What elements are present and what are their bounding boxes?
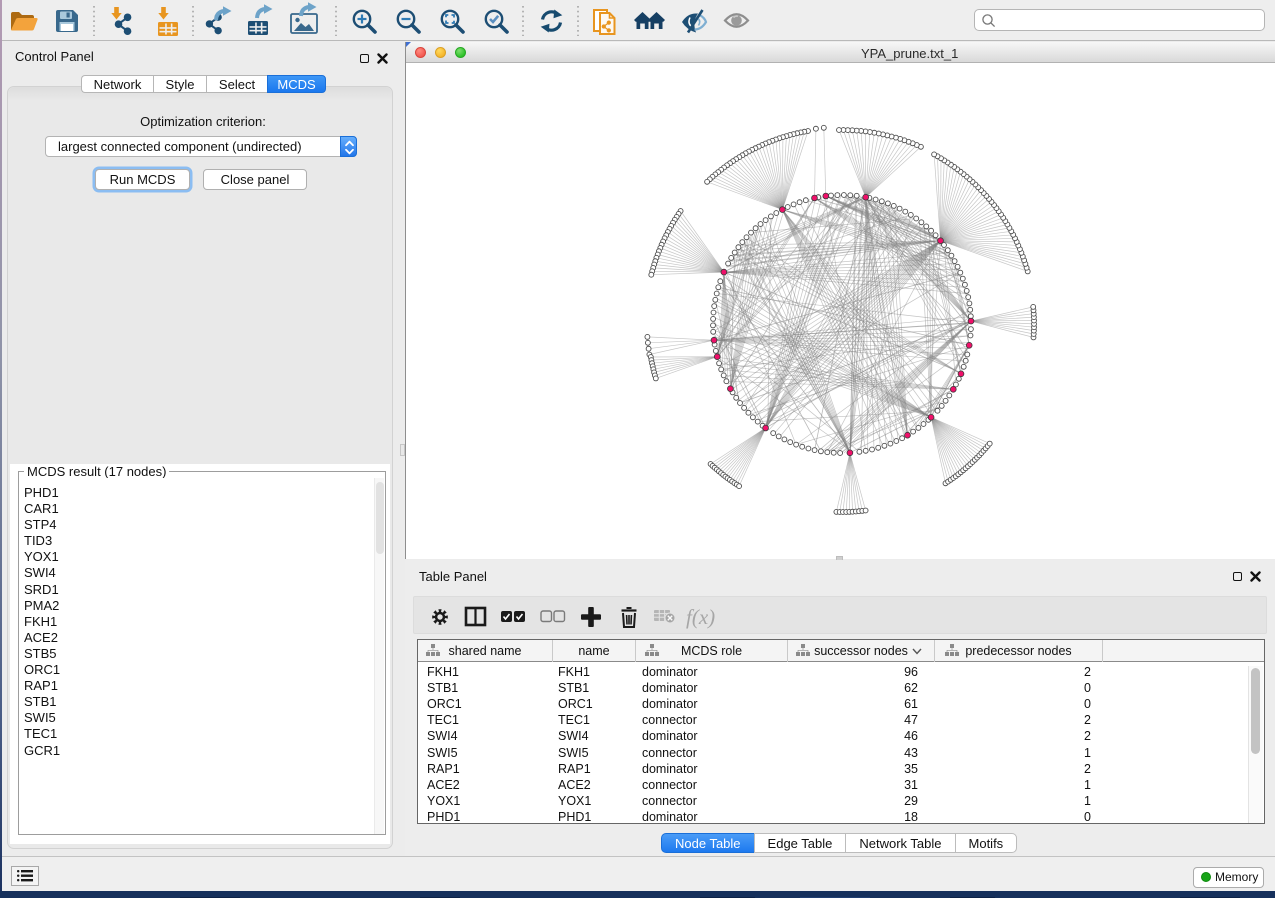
svg-text:f(x): f(x) [686,605,715,629]
